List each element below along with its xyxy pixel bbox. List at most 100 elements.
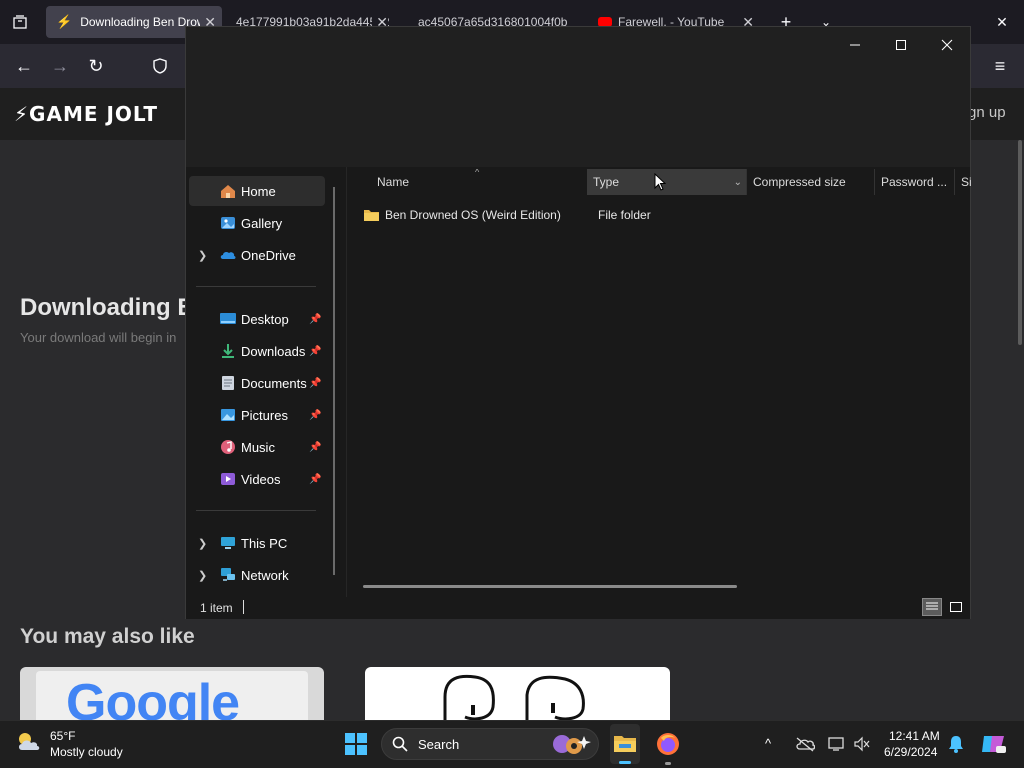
details-view-icon[interactable]: [922, 598, 942, 616]
forward-arrow-icon[interactable]: →: [48, 54, 72, 78]
desktop-icon: [219, 310, 237, 328]
video-icon: [219, 470, 237, 488]
nav-separator: [196, 510, 316, 511]
nav-item-home[interactable]: Home: [189, 176, 325, 206]
browser-close-icon[interactable]: ✕: [990, 10, 1014, 34]
nav-label: Network: [241, 567, 289, 583]
nav-label: Documents: [241, 375, 307, 391]
nav-item-pictures[interactable]: Pictures 📌: [189, 400, 325, 430]
navigation-pane: Home Gallery ❯ OneDrive Desktop 📌 Downlo…: [186, 167, 344, 597]
clock-time[interactable]: 12:41 AM: [889, 729, 940, 743]
card-drawing-image: [443, 674, 585, 720]
search-highlight-icon: [550, 732, 592, 756]
nav-item-downloads[interactable]: Downloads 📌: [189, 336, 325, 366]
explorer-body: Home Gallery ❯ OneDrive Desktop 📌 Downlo…: [186, 167, 971, 597]
display-icon[interactable]: [828, 736, 846, 752]
nav-item-this-pc[interactable]: ❯ This PC: [189, 528, 325, 558]
also-like-heading: You may also like: [20, 625, 195, 648]
download-subtitle: Your download will begin in: [20, 330, 177, 345]
window-close-icon[interactable]: [924, 31, 970, 59]
nav-label: Pictures: [241, 407, 288, 423]
nav-label: Music: [241, 439, 275, 455]
nav-item-desktop[interactable]: Desktop 📌: [189, 304, 325, 334]
page-scrollbar[interactable]: [1018, 140, 1022, 345]
nav-item-onedrive[interactable]: ❯ OneDrive: [189, 240, 325, 270]
home-icon: [219, 182, 237, 200]
pin-icon[interactable]: 📌: [309, 314, 321, 325]
expand-chevron-icon[interactable]: ❯: [198, 569, 207, 582]
nav-label: Home: [241, 183, 276, 199]
music-icon: [219, 438, 237, 456]
folder-icon: [363, 208, 380, 222]
column-header-name[interactable]: Name ^: [371, 169, 587, 195]
cloud-icon: [219, 246, 237, 264]
bolt-icon: ⚡: [14, 102, 30, 126]
signup-link[interactable]: gn up: [968, 104, 1006, 121]
gamejolt-tab-icon: ⚡: [56, 14, 73, 29]
pin-icon[interactable]: 📌: [309, 410, 321, 421]
back-arrow-icon[interactable]: ←: [12, 54, 36, 78]
nav-label: OneDrive: [241, 247, 296, 263]
file-name: Ben Drowned OS (Weird Edition): [385, 208, 561, 222]
notification-bell-icon[interactable]: [948, 735, 964, 753]
minimize-icon[interactable]: [832, 31, 878, 59]
column-header-password[interactable]: Password ...: [875, 169, 955, 195]
shield-icon[interactable]: [148, 54, 172, 78]
status-bar: 1 item: [186, 597, 970, 619]
expand-chevron-icon[interactable]: ❯: [198, 249, 207, 262]
file-row[interactable]: Ben Drowned OS (Weird Edition) File fold…: [363, 203, 923, 227]
nav-label: This PC: [241, 535, 288, 551]
chevron-down-icon[interactable]: ⌄: [734, 177, 742, 188]
file-explorer-taskbar-icon[interactable]: [610, 724, 640, 764]
active-app-indicator: [619, 761, 631, 764]
reload-icon[interactable]: ↻: [84, 54, 108, 78]
nav-item-music[interactable]: Music 📌: [189, 432, 325, 462]
pin-icon[interactable]: 📌: [309, 442, 321, 453]
nav-scrollbar[interactable]: [333, 187, 335, 575]
download-arrow-icon: [219, 342, 237, 360]
gamejolt-logo[interactable]: ⚡GAME JOLT: [14, 102, 158, 126]
app-menu-icon[interactable]: ≡: [988, 54, 1012, 78]
column-header-type[interactable]: Type ⌄: [587, 169, 747, 195]
weather-desc: Mostly cloudy: [50, 745, 123, 759]
expand-chevron-icon[interactable]: ❯: [198, 537, 207, 550]
nav-label: Gallery: [241, 215, 283, 231]
tray-overflow-chevron-icon[interactable]: ^: [765, 736, 771, 751]
nav-item-gallery[interactable]: Gallery: [189, 208, 325, 238]
nav-item-videos[interactable]: Videos 📌: [189, 464, 325, 494]
pin-icon[interactable]: 📌: [309, 474, 321, 485]
pin-icon[interactable]: 📌: [309, 346, 321, 357]
card-google-text: Google: [66, 674, 240, 720]
clock-date[interactable]: 6/29/2024: [884, 745, 937, 759]
windows-start-icon[interactable]: [344, 732, 368, 756]
nav-separator: [196, 286, 316, 287]
firefox-taskbar-icon[interactable]: [656, 732, 680, 765]
cloud-moon-icon: [19, 733, 40, 750]
taskbar-search[interactable]: Search: [381, 728, 599, 760]
recommendation-card[interactable]: [365, 667, 670, 720]
weather-widget[interactable]: [16, 730, 44, 754]
mouse-cursor-icon: [654, 173, 666, 191]
nav-item-documents[interactable]: Documents 📌: [189, 368, 325, 398]
pin-icon[interactable]: 📌: [309, 378, 321, 389]
file-explorer-window: Home Gallery ❯ OneDrive Desktop 📌 Downlo…: [185, 26, 971, 619]
status-divider: [243, 600, 244, 614]
gallery-icon: [219, 214, 237, 232]
running-app-indicator: [665, 762, 671, 765]
nav-label: Desktop: [241, 311, 289, 327]
onedrive-offline-icon[interactable]: [795, 736, 815, 752]
volume-muted-icon[interactable]: [853, 736, 871, 752]
search-label: Search: [418, 737, 460, 752]
recommendation-card[interactable]: Google: [20, 667, 324, 720]
tiles-view-icon[interactable]: [946, 598, 966, 616]
column-header-compressed-size[interactable]: Compressed size: [747, 169, 875, 195]
sort-up-icon: ^: [475, 169, 480, 177]
horizontal-scrollbar[interactable]: [363, 585, 737, 588]
nav-item-network[interactable]: ❯ Network: [189, 560, 325, 590]
weather-temp: 65°F: [50, 729, 76, 743]
column-header-size[interactable]: Si: [955, 169, 971, 195]
maximize-icon[interactable]: [878, 31, 924, 59]
tab-overview-icon[interactable]: [8, 10, 32, 34]
nav-label: Videos: [241, 471, 281, 487]
copilot-icon[interactable]: [980, 732, 1006, 756]
